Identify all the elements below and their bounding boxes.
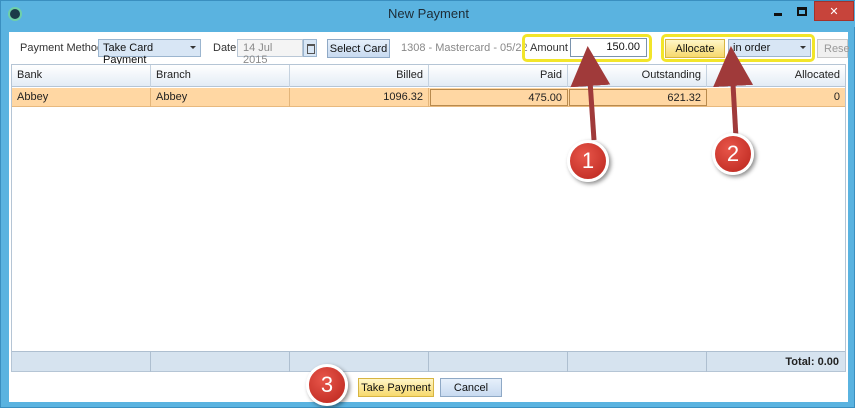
amount-input[interactable]: 150.00 xyxy=(570,38,647,57)
minimize-icon xyxy=(774,12,782,16)
allocate-mode-value: in order xyxy=(733,42,771,54)
table-row[interactable]: Abbey Abbey 1096.32 475.00 621.32 0 xyxy=(12,88,845,107)
footer-cell xyxy=(151,352,290,372)
title-bar[interactable]: New Payment ✕ xyxy=(1,1,855,27)
chevron-down-icon xyxy=(190,46,196,49)
cell-bank: Abbey xyxy=(12,88,151,107)
callout-3: 3 xyxy=(306,364,348,406)
column-header-outstanding[interactable]: Outstanding xyxy=(568,65,707,87)
payment-grid: Bank Branch Billed Paid Outstanding Allo… xyxy=(11,64,846,372)
column-header-billed[interactable]: Billed xyxy=(290,65,429,87)
cell-outstanding[interactable]: 621.32 xyxy=(569,89,707,106)
take-payment-button[interactable]: Take Payment xyxy=(358,378,434,397)
reset-button[interactable]: Rese xyxy=(817,39,850,58)
card-info: 1308 - Mastercard - 05/22 xyxy=(401,42,528,54)
payment-method-value: Take Card Payment xyxy=(103,42,154,66)
payment-method-label: Payment Method xyxy=(20,42,104,54)
amount-label: Amount xyxy=(530,42,568,54)
new-payment-window: New Payment ✕ Payment Method Take Card P… xyxy=(0,0,855,408)
close-button[interactable]: ✕ xyxy=(814,1,854,21)
column-header-allocated[interactable]: Allocated xyxy=(707,65,845,87)
date-label: Date xyxy=(213,42,237,54)
maximize-button[interactable] xyxy=(791,1,813,21)
cell-billed: 1096.32 xyxy=(290,88,429,107)
grid-header: Bank Branch Billed Paid Outstanding Allo… xyxy=(12,65,845,87)
footer-cell xyxy=(12,352,151,372)
cancel-button[interactable]: Cancel xyxy=(440,378,502,397)
close-icon: ✕ xyxy=(829,5,839,18)
callout-1: 1 xyxy=(567,140,609,182)
select-card-button[interactable]: Select Card xyxy=(327,39,390,58)
cell-paid[interactable]: 475.00 xyxy=(430,89,568,106)
callout-2: 2 xyxy=(712,133,754,175)
grid-footer: Total: 0.00 xyxy=(12,351,845,372)
footer-cell xyxy=(429,352,568,372)
payment-form: Payment Method Take Card Payment Date 14… xyxy=(9,32,850,402)
minimize-button[interactable] xyxy=(767,1,789,21)
window-title: New Payment xyxy=(388,6,469,21)
total-value: Total: 0.00 xyxy=(785,356,839,368)
allocate-mode-select[interactable]: in order xyxy=(728,39,811,57)
calendar-icon[interactable] xyxy=(303,39,317,57)
allocate-button[interactable]: Allocate xyxy=(665,39,725,58)
date-field[interactable]: 14 Jul 2015 xyxy=(237,39,303,66)
column-header-paid[interactable]: Paid xyxy=(429,65,568,87)
footer-cell xyxy=(290,352,429,372)
cell-allocated[interactable]: 0 xyxy=(707,88,845,107)
payment-method-select[interactable]: Take Card Payment xyxy=(98,39,201,66)
footer-cell xyxy=(568,352,707,372)
cell-branch: Abbey xyxy=(151,88,290,107)
column-header-branch[interactable]: Branch xyxy=(151,65,290,87)
maximize-icon xyxy=(797,6,807,16)
chevron-down-icon xyxy=(800,46,806,49)
column-header-bank[interactable]: Bank xyxy=(12,65,151,87)
